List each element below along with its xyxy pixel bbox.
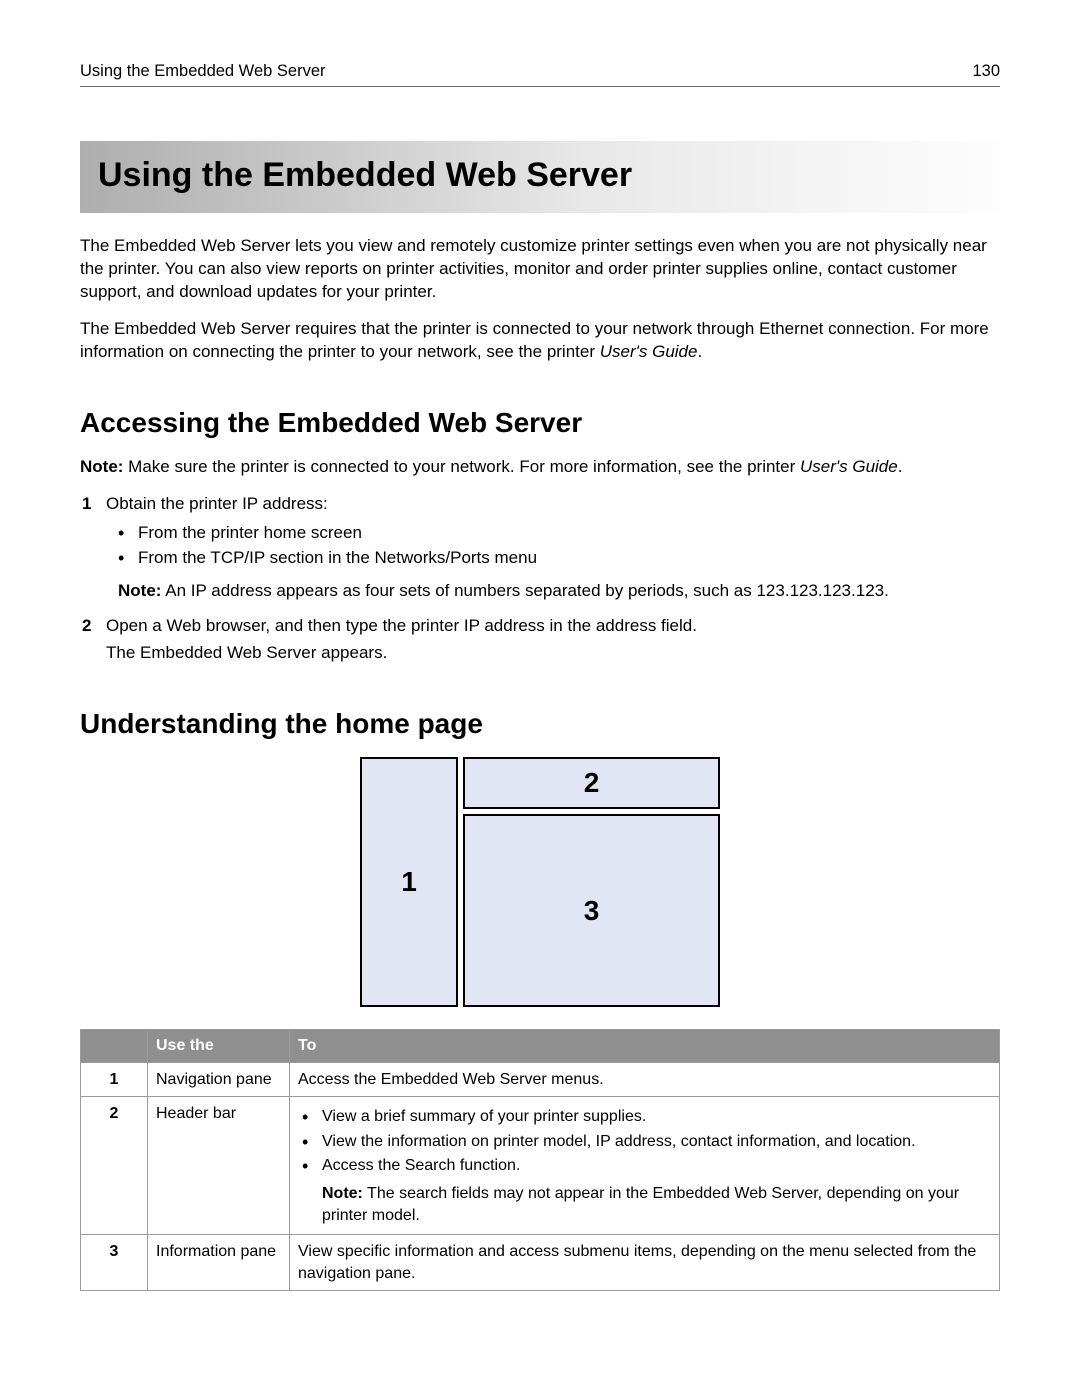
row-2-bullet-3: Access the Search function.: [302, 1155, 991, 1177]
table-header-to: To: [290, 1030, 1000, 1063]
note-label: Note:: [322, 1185, 363, 1202]
row-index: 2: [81, 1097, 148, 1235]
section-homepage-heading: Understanding the home page: [80, 705, 1000, 743]
table-header-blank: [81, 1030, 148, 1063]
homepage-diagram: 1 2 3: [360, 757, 720, 1007]
table-row: 1 Navigation pane Access the Embedded We…: [81, 1062, 1000, 1097]
table-header-use: Use the: [148, 1030, 290, 1063]
access-note-a: Make sure the printer is connected to yo…: [123, 457, 800, 476]
note-label: Note:: [118, 581, 161, 600]
row-to: Access the Embedded Web Server menus.: [290, 1062, 1000, 1097]
table-row: 2 Header bar View a brief summary of you…: [81, 1097, 1000, 1235]
step-2-text: Open a Web browser, and then type the pr…: [106, 616, 697, 635]
row-to: View specific information and access sub…: [290, 1235, 1000, 1291]
running-header: Using the Embedded Web Server 130: [80, 60, 1000, 87]
step-1-note: Note: An IP address appears as four sets…: [118, 580, 1000, 603]
row-2-bullets: View a brief summary of your printer sup…: [302, 1106, 991, 1177]
step-2-sub: The Embedded Web Server appears.: [106, 642, 1000, 665]
intro-p2-a: The Embedded Web Server requires that th…: [80, 319, 989, 361]
step-1: Obtain the printer IP address: From the …: [82, 493, 1000, 604]
intro-paragraph-1: The Embedded Web Server lets you view an…: [80, 235, 1000, 304]
row-2-note-text: The search fields may not appear in the …: [322, 1185, 959, 1224]
row-to: View a brief summary of your printer sup…: [290, 1097, 1000, 1235]
access-steps: Obtain the printer IP address: From the …: [82, 493, 1000, 666]
row-2-bullet-2: View the information on printer model, I…: [302, 1131, 991, 1153]
page-title: Using the Embedded Web Server: [80, 141, 1000, 213]
row-use: Navigation pane: [148, 1062, 290, 1097]
row-2-note: Note: The search fields may not appear i…: [322, 1183, 991, 1226]
intro-p2-italic: User's Guide: [600, 342, 698, 361]
row-use: Information pane: [148, 1235, 290, 1291]
step-1-bullet-1: From the printer home screen: [118, 522, 1000, 545]
running-header-title: Using the Embedded Web Server: [80, 60, 326, 82]
note-label: Note:: [80, 457, 123, 476]
access-note-b: .: [898, 457, 903, 476]
row-use: Header bar: [148, 1097, 290, 1235]
page: Using the Embedded Web Server 130 Using …: [0, 0, 1080, 1361]
step-1-text: Obtain the printer IP address:: [106, 494, 328, 513]
row-index: 3: [81, 1235, 148, 1291]
homepage-table: Use the To 1 Navigation pane Access the …: [80, 1029, 1000, 1291]
access-note: Note: Make sure the printer is connected…: [80, 456, 1000, 479]
access-note-italic: User's Guide: [800, 457, 898, 476]
diagram-region-3: 3: [463, 814, 720, 1007]
table-header-row: Use the To: [81, 1030, 1000, 1063]
section-accessing-heading: Accessing the Embedded Web Server: [80, 404, 1000, 442]
row-index: 1: [81, 1062, 148, 1097]
diagram-region-2: 2: [463, 757, 720, 809]
diagram-region-1: 1: [360, 757, 458, 1007]
intro-p2-b: .: [697, 342, 702, 361]
table-row: 3 Information pane View specific informa…: [81, 1235, 1000, 1291]
intro-paragraph-2: The Embedded Web Server requires that th…: [80, 318, 1000, 364]
row-2-bullet-1: View a brief summary of your printer sup…: [302, 1106, 991, 1128]
running-header-page-number: 130: [972, 60, 1000, 82]
step-1-bullet-2: From the TCP/IP section in the Networks/…: [118, 547, 1000, 570]
step-1-note-text: An IP address appears as four sets of nu…: [161, 581, 888, 600]
step-2: Open a Web browser, and then type the pr…: [82, 615, 1000, 665]
step-1-bullets: From the printer home screen From the TC…: [118, 522, 1000, 571]
